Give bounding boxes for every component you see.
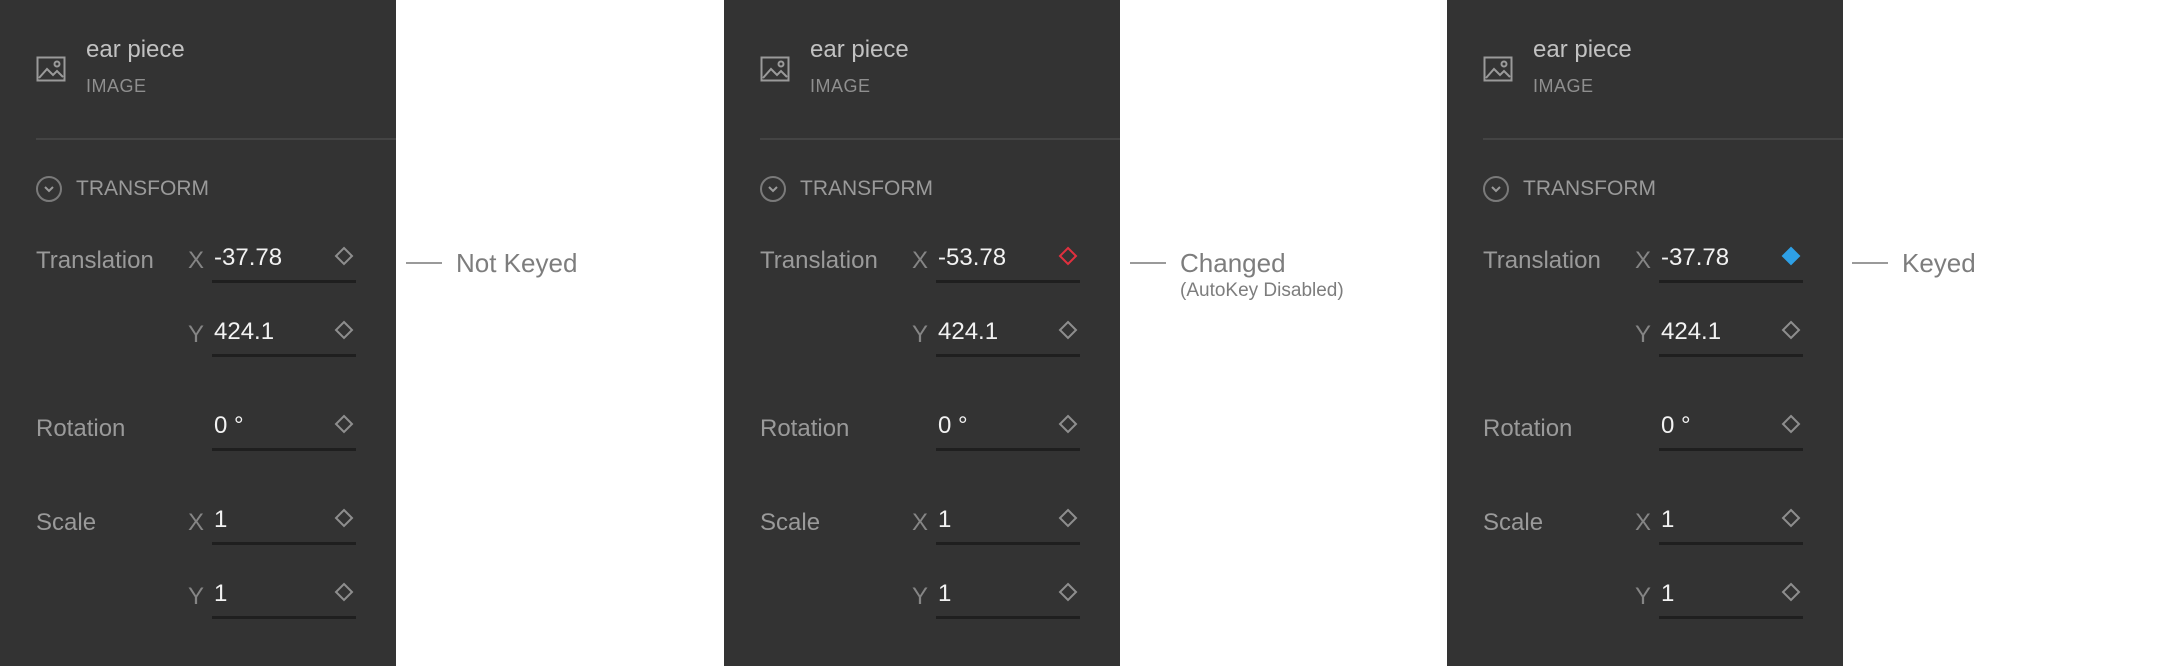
translation-label: Translation [36, 247, 154, 274]
rotation-field[interactable]: 0 ° [212, 412, 356, 451]
translation-x-field[interactable]: -37.78 [212, 244, 356, 283]
translation-label: Translation [1483, 247, 1601, 274]
scale-x-field[interactable]: 1 [1659, 506, 1803, 545]
translation-y-value[interactable]: 424.1 [214, 318, 274, 346]
keyframe-diamond-changed-icon[interactable] [1058, 246, 1078, 266]
collapse-chevron-icon[interactable] [36, 176, 62, 202]
divider [1483, 138, 1843, 140]
keyframe-diamond-icon[interactable] [334, 508, 354, 528]
axis-x-label: X [912, 509, 929, 536]
keyframe-diamond-icon[interactable] [334, 582, 354, 602]
keyframe-diamond-icon[interactable] [334, 414, 354, 434]
keyframe-diamond-icon[interactable] [1058, 582, 1078, 602]
axis-x-label: X [1635, 509, 1652, 536]
rotation-label: Rotation [1483, 415, 1573, 442]
annotation-text: Not Keyed [456, 248, 578, 278]
scale-label: Scale [36, 509, 97, 536]
translation-y-field[interactable]: 424.1 [936, 318, 1080, 357]
keyframe-diamond-icon[interactable] [1058, 320, 1078, 340]
scale-x-value[interactable]: 1 [1661, 506, 1674, 534]
keyframe-diamond-icon[interactable] [1058, 508, 1078, 528]
axis-y-label: Y [912, 583, 929, 610]
axis-x-label: X [188, 247, 205, 274]
translation-label: Translation [760, 247, 878, 274]
annotation-subtext: (AutoKey Disabled) [1180, 280, 1344, 301]
scale-label: Scale [760, 509, 821, 536]
keyframe-diamond-icon[interactable] [1781, 582, 1801, 602]
translation-y-value[interactable]: 424.1 [1661, 318, 1721, 346]
scale-y-value[interactable]: 1 [214, 580, 227, 608]
scale-x-field[interactable]: 1 [936, 506, 1080, 545]
scale-y-value[interactable]: 1 [1661, 580, 1674, 608]
scale-y-field[interactable]: 1 [1659, 580, 1803, 619]
image-icon [760, 56, 790, 82]
annotation-leader-line [406, 262, 442, 264]
section-title-transform[interactable]: TRANSFORM [800, 177, 933, 201]
rotation-field[interactable]: 0 ° [1659, 412, 1803, 451]
keyframe-diamond-icon[interactable] [334, 246, 354, 266]
translation-x-field[interactable]: -37.78 [1659, 244, 1803, 283]
object-type: IMAGE [810, 76, 871, 96]
keyframe-diamond-filled-icon[interactable] [1781, 246, 1801, 266]
scale-x-value[interactable]: 1 [938, 506, 951, 534]
scale-y-field[interactable]: 1 [936, 580, 1080, 619]
object-type: IMAGE [86, 76, 147, 96]
object-name: ear piece [810, 36, 909, 63]
section-title-transform[interactable]: TRANSFORM [1523, 177, 1656, 201]
translation-x-value[interactable]: -37.78 [1661, 244, 1729, 272]
axis-y-label: Y [188, 321, 205, 348]
collapse-chevron-icon[interactable] [1483, 176, 1509, 202]
divider [760, 138, 1120, 140]
inspector-panel-keyed: ear piece IMAGE TRANSFORM Translation X … [1447, 0, 1843, 666]
keyframe-diamond-icon[interactable] [1781, 508, 1801, 528]
rotation-value[interactable]: 0 ° [1661, 412, 1691, 440]
axis-x-label: X [1635, 247, 1652, 274]
keyframe-diamond-icon[interactable] [1058, 414, 1078, 434]
rotation-field[interactable]: 0 ° [936, 412, 1080, 451]
scale-x-value[interactable]: 1 [214, 506, 227, 534]
scale-y-value[interactable]: 1 [938, 580, 951, 608]
rotation-value[interactable]: 0 ° [938, 412, 968, 440]
object-type: IMAGE [1533, 76, 1594, 96]
section-title-transform[interactable]: TRANSFORM [76, 177, 209, 201]
object-name: ear piece [1533, 36, 1632, 63]
axis-y-label: Y [912, 321, 929, 348]
axis-y-label: Y [1635, 321, 1652, 348]
image-icon [36, 56, 66, 82]
axis-y-label: Y [1635, 583, 1652, 610]
scale-y-field[interactable]: 1 [212, 580, 356, 619]
translation-x-value[interactable]: -37.78 [214, 244, 282, 272]
annotation-leader-line [1130, 262, 1166, 264]
translation-y-value[interactable]: 424.1 [938, 318, 998, 346]
translation-x-value[interactable]: -53.78 [938, 244, 1006, 272]
keyframe-diamond-icon[interactable] [1781, 320, 1801, 340]
keyframe-diamond-icon[interactable] [1781, 414, 1801, 434]
axis-y-label: Y [188, 583, 205, 610]
divider [36, 138, 396, 140]
rotation-label: Rotation [36, 415, 126, 442]
annotation-leader-line [1852, 262, 1888, 264]
inspector-panel-not-keyed: ear piece IMAGE TRANSFORM Translation X … [0, 0, 396, 666]
annotation-text: Changed [1180, 248, 1286, 278]
object-name: ear piece [86, 36, 185, 63]
image-icon [1483, 56, 1513, 82]
translation-y-field[interactable]: 424.1 [1659, 318, 1803, 357]
axis-x-label: X [188, 509, 205, 536]
rotation-value[interactable]: 0 ° [214, 412, 244, 440]
translation-y-field[interactable]: 424.1 [212, 318, 356, 357]
inspector-panel-changed: ear piece IMAGE TRANSFORM Translation X … [724, 0, 1120, 666]
keyframe-diamond-icon[interactable] [334, 320, 354, 340]
scale-label: Scale [1483, 509, 1544, 536]
collapse-chevron-icon[interactable] [760, 176, 786, 202]
rotation-label: Rotation [760, 415, 850, 442]
annotation-text: Keyed [1902, 248, 1976, 278]
scale-x-field[interactable]: 1 [212, 506, 356, 545]
axis-x-label: X [912, 247, 929, 274]
translation-x-field[interactable]: -53.78 [936, 244, 1080, 283]
